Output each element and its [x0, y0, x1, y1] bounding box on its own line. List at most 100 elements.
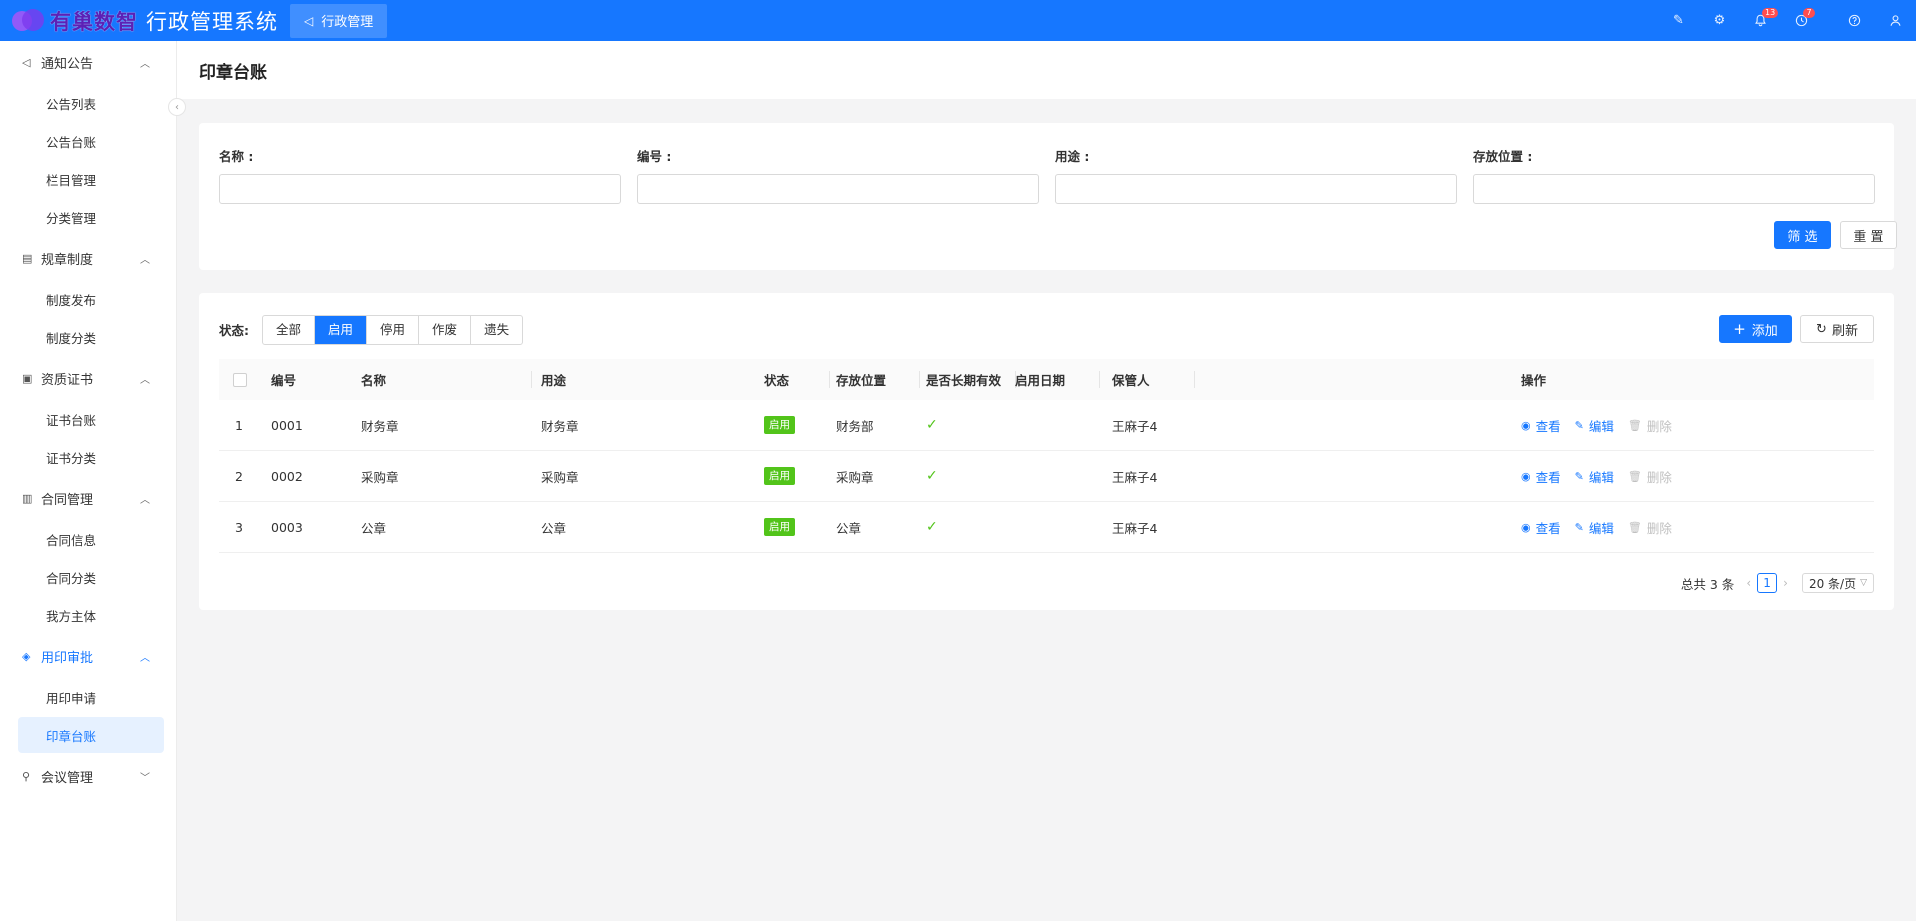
- column-header-start-date[interactable]: 启用日期: [1015, 359, 1065, 400]
- sidebar-item-column-manage[interactable]: 栏目管理: [0, 161, 176, 197]
- status-option-enabled[interactable]: 启用: [315, 316, 368, 344]
- select-all-cell: [233, 359, 247, 400]
- module-tab-label: 行政管理: [321, 15, 374, 30]
- user-icon[interactable]: [1875, 0, 1916, 41]
- cell-status: 启用: [764, 451, 795, 501]
- pen-icon[interactable]: ✎: [1658, 0, 1699, 41]
- sidebar-item-notice-list[interactable]: 公告列表: [0, 85, 176, 121]
- column-header-long-term[interactable]: 是否长期有效: [926, 359, 1001, 400]
- column-divider: [919, 371, 920, 388]
- trash-icon: 🗑: [1627, 469, 1642, 483]
- settings-icon[interactable]: ⚙: [1699, 0, 1740, 41]
- edit-button[interactable]: ✎ 编辑: [1575, 518, 1614, 537]
- pagination: 总共 3 条 ‹ 1 › 20 条/页 ▽: [1681, 573, 1874, 593]
- cell-long-term: ✓: [926, 502, 938, 552]
- menu-title-label: 资质证书: [41, 372, 94, 388]
- reset-button[interactable]: 重 置: [1840, 221, 1897, 249]
- cell-long-term: ✓: [926, 400, 938, 450]
- status-option-disabled[interactable]: 停用: [367, 316, 420, 344]
- sidebar-item-notice-ledger[interactable]: 公告台账: [0, 123, 176, 159]
- cell-actions: ◉ 查看 ✎ 编辑 🗑 删除: [1521, 502, 1686, 552]
- select-all-checkbox[interactable]: [233, 372, 247, 387]
- contract-icon: ▥: [22, 491, 33, 505]
- plus-icon: +: [1733, 320, 1746, 338]
- page-size-select[interactable]: 20 条/页 ▽: [1801, 573, 1874, 593]
- sidebar-item-our-entity[interactable]: 我方主体: [0, 597, 176, 633]
- clock-icon[interactable]: 7: [1781, 0, 1822, 41]
- cell-keeper: 王麻子4: [1112, 520, 1158, 536]
- status-option-lost[interactable]: 遗失: [471, 316, 522, 344]
- delete-button[interactable]: 🗑 删除: [1628, 416, 1672, 435]
- cell-purpose: 财务章: [541, 418, 579, 434]
- view-button[interactable]: ◉ 查看: [1521, 416, 1561, 435]
- location-input[interactable]: [1473, 174, 1875, 204]
- status-badge: 启用: [764, 467, 795, 485]
- sidebar-item-seal-application[interactable]: 用印申请: [0, 679, 176, 715]
- bell-icon[interactable]: 13: [1740, 0, 1781, 41]
- sidebar-item-category-manage[interactable]: 分类管理: [0, 199, 176, 235]
- menu-title-contracts[interactable]: ▥ 合同管理 ︿: [0, 477, 176, 519]
- view-button[interactable]: ◉ 查看: [1521, 467, 1561, 486]
- add-button-label: 添加: [1751, 323, 1778, 339]
- menu-group-seal-approval: ◈ 用印审批 ︿ 用印申请 印章台账: [0, 635, 176, 753]
- sidebar-item-rule-publish[interactable]: 制度发布: [0, 281, 176, 317]
- module-tab[interactable]: ◁ 行政管理: [290, 3, 388, 38]
- table-row: 1 0001 财务章 财务章 启用 财务部 ✓ 王麻子4 ◉ 查看 ✎ 编辑 🗑 删除: [219, 400, 1874, 451]
- page-size-value: 20 条/页: [1808, 576, 1857, 591]
- check-icon: ✓: [926, 519, 938, 535]
- edit-icon: ✎: [1574, 418, 1584, 432]
- sidebar-item-contract-info[interactable]: 合同信息: [0, 521, 176, 557]
- edit-button[interactable]: ✎ 编辑: [1575, 416, 1614, 435]
- add-button[interactable]: + 添加: [1719, 315, 1792, 343]
- status-option-all[interactable]: 全部: [263, 316, 316, 344]
- menu-group-rules: ▤ 规章制度 ︿ 制度发布 制度分类: [0, 237, 176, 355]
- menu-title-meetings[interactable]: ⚲ 会议管理 ﹀: [0, 755, 176, 797]
- rulebook-icon: ▤: [22, 251, 33, 265]
- cell-actions: ◉ 查看 ✎ 编辑 🗑 删除: [1521, 451, 1686, 501]
- sidebar-item-certificate-ledger[interactable]: 证书台账: [0, 401, 176, 437]
- search-button[interactable]: 筛 选: [1774, 221, 1831, 249]
- sidebar-item-contract-category[interactable]: 合同分类: [0, 559, 176, 595]
- status-option-voided[interactable]: 作废: [419, 316, 472, 344]
- help-icon[interactable]: [1834, 0, 1875, 41]
- column-header-name[interactable]: 名称: [361, 359, 386, 400]
- next-page-icon[interactable]: ›: [1783, 576, 1788, 590]
- menu-title-certificates[interactable]: ▣ 资质证书 ︿: [0, 357, 176, 399]
- menu-title-rules[interactable]: ▤ 规章制度 ︿: [0, 237, 176, 279]
- check-icon: ✓: [926, 468, 938, 484]
- menu-title-notice[interactable]: ◁ 通知公告 ︿: [0, 41, 176, 83]
- sidebar-collapse-button[interactable]: ‹: [168, 98, 186, 116]
- menu-title-seal-approval[interactable]: ◈ 用印审批 ︿: [0, 635, 176, 677]
- name-input[interactable]: [219, 174, 621, 204]
- logo-mark-icon: [12, 8, 46, 34]
- code-input[interactable]: [637, 174, 1039, 204]
- cell-name: 财务章: [361, 418, 399, 434]
- sidebar-item-rule-category[interactable]: 制度分类: [0, 319, 176, 355]
- certificate-icon: ▣: [22, 371, 33, 385]
- column-header-location[interactable]: 存放位置: [836, 359, 886, 400]
- chevron-up-icon: ︿: [140, 652, 150, 664]
- main-content: 印章台账 名称 : 编号 : 用途 : 存放位置 : 筛 选 重 置 状态: 全…: [177, 41, 1916, 921]
- column-header-code[interactable]: 编号: [271, 359, 296, 400]
- delete-button[interactable]: 🗑 删除: [1628, 518, 1672, 537]
- cell-name: 采购章: [361, 469, 399, 485]
- trash-icon: 🗑: [1627, 418, 1642, 432]
- table-header-row: 编号 名称 用途 状态 存放位置 是否长期有效 启用日期 保管人 操作: [219, 359, 1874, 400]
- prev-page-icon[interactable]: ‹: [1746, 576, 1751, 590]
- menu-title-label: 规章制度: [41, 252, 94, 268]
- cell-keeper: 王麻子4: [1112, 418, 1158, 434]
- purpose-input[interactable]: [1055, 174, 1457, 204]
- sidebar-item-certificate-category[interactable]: 证书分类: [0, 439, 176, 475]
- filter-field-code: 编号 :: [637, 146, 1039, 204]
- column-header-keeper[interactable]: 保管人: [1112, 359, 1150, 400]
- logo[interactable]: 有巢数智 行政管理系统: [0, 0, 278, 41]
- edit-button[interactable]: ✎ 编辑: [1575, 467, 1614, 486]
- column-header-status[interactable]: 状态: [764, 359, 789, 400]
- sidebar-item-seal-ledger[interactable]: 印章台账: [18, 717, 164, 753]
- page-number-button[interactable]: 1: [1757, 573, 1778, 593]
- refresh-button[interactable]: ↻ 刷新: [1800, 315, 1874, 343]
- view-button[interactable]: ◉ 查看: [1521, 518, 1561, 537]
- delete-button[interactable]: 🗑 删除: [1628, 467, 1672, 486]
- column-header-purpose[interactable]: 用途: [541, 359, 566, 400]
- table-row: 3 0003 公章 公章 启用 公章 ✓ 王麻子4 ◉ 查看 ✎ 编辑 🗑 删除: [219, 502, 1874, 553]
